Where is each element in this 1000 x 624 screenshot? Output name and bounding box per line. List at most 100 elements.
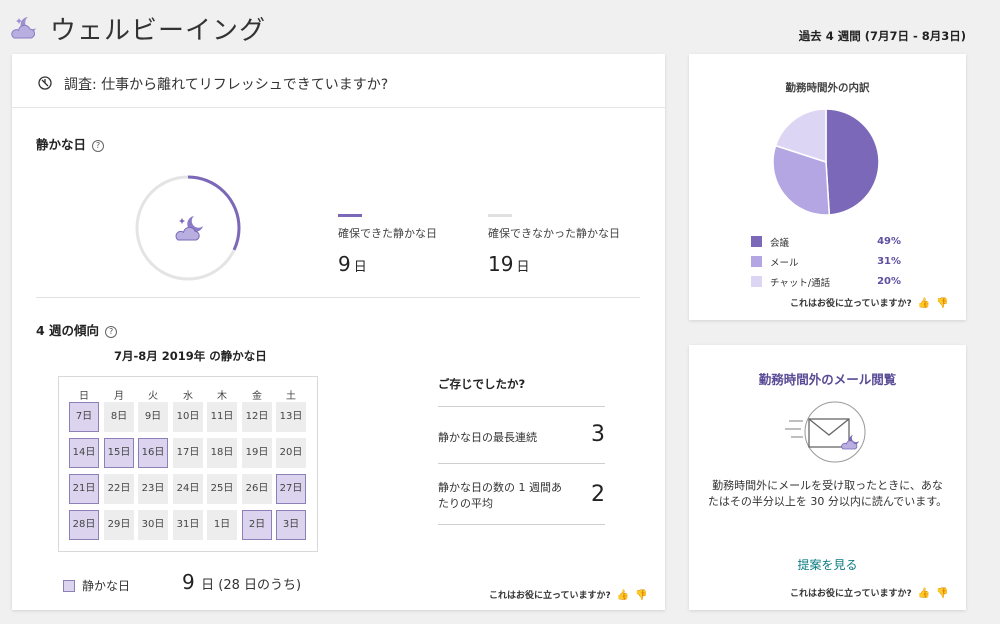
quiet-day-key-label: 静かな日 [82, 579, 131, 593]
calendar-day-quiet: 16日 [138, 438, 168, 468]
legend-pct-chat: 20% [877, 276, 901, 287]
legend-label-email: メール [770, 258, 799, 269]
calendar-day: 8日 [104, 402, 134, 432]
calendar-weekday: 木 [217, 391, 227, 402]
fact1-label: 静かな日の最長連続 [438, 431, 537, 444]
mail-card-text: 勤務時間外にメールを受け取ったときに、あなたはその半分以上を 30 分以内に読ん… [707, 479, 948, 508]
feedback-row: これはお役に立っていますか? 👍 👎 [790, 586, 949, 599]
quiet-days-title: 静かな日? [36, 134, 105, 153]
missed-label: 確保できなかった静かな日 [488, 227, 620, 240]
calendar-day: 9日 [138, 402, 168, 432]
quiet-days-title-text: 静かな日 [36, 137, 87, 152]
feedback-row: これはお役に立っていますか? 👍 👎 [790, 296, 949, 309]
cloud-moon-icon [11, 17, 36, 39]
calendar-day: 19日 [242, 438, 272, 468]
total-number: 9 [182, 570, 195, 594]
legend-pct-email: 31% [877, 256, 901, 267]
calendar-weekday: 火 [148, 391, 158, 402]
legend-pct-meetings: 49% [877, 236, 901, 247]
feedback-text: これはお役に立っていますか? [790, 299, 912, 309]
achieved-number: 9 [338, 252, 351, 276]
feedback-text: これはお役に立っていますか? [489, 591, 611, 601]
calendar-day: 25日 [207, 474, 237, 504]
calendar-day-quiet: 2日 [242, 510, 272, 540]
calendar-day: 24日 [173, 474, 203, 504]
view-suggestions-link[interactable]: 提案を見る [689, 556, 966, 573]
envelope-icon [785, 401, 866, 463]
calendar-day-quiet: 15日 [104, 438, 134, 468]
calendar-day: 10日 [173, 402, 203, 432]
calendar-day: 13日 [276, 402, 306, 432]
calendar-day: 1日 [207, 510, 237, 540]
calendar-day: 12日 [242, 402, 272, 432]
divider [438, 463, 605, 464]
calendar-weekday: 水 [183, 391, 193, 402]
legend-swatch-chat [751, 276, 762, 287]
calendar-weekday: 土 [286, 391, 296, 402]
calendar-day-quiet: 21日 [69, 474, 99, 504]
calendar-title: 7月-8月 2019年 の静かな日 [114, 349, 267, 363]
quiet-days-ring [135, 175, 241, 281]
after-hours-breakdown-card: 勤務時間外の内訳 会議 49% メール 31% チャット/通話 20% これはお… [689, 54, 966, 320]
total-sub: (28 日のうち) [214, 578, 302, 593]
calendar-day-quiet: 7日 [69, 402, 99, 432]
thumbs-up-icon[interactable]: 👍 [617, 590, 629, 601]
achieved-unit: 日 [353, 260, 367, 275]
calendar-weekday: 金 [252, 391, 262, 402]
achieved-label: 確保できた静かな日 [338, 227, 437, 240]
calendar-day: 18日 [207, 438, 237, 468]
calendar-day-quiet: 27日 [276, 474, 306, 504]
breakdown-pie-chart [772, 108, 880, 216]
help-icon[interactable]: ? [92, 140, 105, 152]
thumbs-down-icon[interactable]: 👎 [936, 588, 948, 599]
survey-icon [38, 76, 52, 90]
missed-number: 19 [488, 252, 514, 276]
calendar-day: 17日 [173, 438, 203, 468]
survey-question: 調査: 仕事から離れてリフレッシュできていますか? [64, 77, 389, 93]
calendar-day: 26日 [242, 474, 272, 504]
calendar-day-quiet: 28日 [69, 510, 99, 540]
total-unit: 日 [201, 578, 215, 593]
legend-swatch-email [751, 256, 762, 267]
help-icon[interactable]: ? [105, 326, 118, 338]
thumbs-up-icon[interactable]: 👍 [918, 588, 930, 599]
cloud-moon-icon [175, 216, 203, 241]
calendar-weekday: 月 [114, 391, 124, 402]
calendar-day: 30日 [138, 510, 168, 540]
divider [36, 297, 640, 298]
after-hours-email-card: 勤務時間外のメール閲覧 勤務時間外にメールを受け取ったときに、あなたはその半分以… [689, 345, 966, 610]
calendar-day: 29日 [104, 510, 134, 540]
missed-value: 19 日 [488, 252, 529, 276]
thumbs-down-icon[interactable]: 👎 [635, 590, 647, 601]
fact1-value: 3 [591, 422, 605, 447]
achieved-legend-bar [338, 214, 362, 217]
feedback-text: これはお役に立っていますか? [790, 589, 912, 599]
achieved-value: 9日 [338, 252, 367, 276]
missed-legend-bar [488, 214, 512, 217]
thumbs-up-icon[interactable]: 👍 [918, 298, 930, 309]
calendar-day: 23日 [138, 474, 168, 504]
quiet-days-total: 9 日 (28 日のうち) [182, 570, 301, 594]
thumbs-down-icon[interactable]: 👎 [936, 298, 948, 309]
pie-slice-meetings [825, 108, 880, 216]
trend-title-text: 4 週の傾向 [36, 323, 100, 338]
calendar-day-quiet: 14日 [69, 438, 99, 468]
calendar-day-quiet: 3日 [276, 510, 306, 540]
quiet-days-calendar: 日 月 火 水 木 金 土 7日 8日 9日 10日 11日 12日 13日 14日 15日 16日 17日 18日… [58, 376, 318, 552]
app-title: ウェルビーイング [50, 16, 267, 46]
calendar-day: 11日 [207, 402, 237, 432]
divider [438, 524, 605, 525]
mail-card-title: 勤務時間外のメール閲覧 [758, 372, 897, 387]
legend-swatch-meetings [751, 236, 762, 247]
missed-unit: 日 [516, 260, 530, 275]
calendar-day: 31日 [173, 510, 203, 540]
legend-label-chat: チャット/通話 [770, 278, 831, 289]
divider [438, 406, 605, 407]
survey-row[interactable]: 調査: 仕事から離れてリフレッシュできていますか? [12, 54, 665, 108]
legend-label-meetings: 会議 [770, 238, 790, 249]
calendar-day: 20日 [276, 438, 306, 468]
breakdown-title: 勤務時間外の内訳 [785, 82, 870, 94]
feedback-row: これはお役に立っていますか? 👍 👎 [489, 588, 648, 601]
did-you-know-title: ご存じでしたか? [438, 377, 526, 391]
fact2-label: 静かな日の数の 1 週間あたりの平均 [438, 481, 562, 510]
